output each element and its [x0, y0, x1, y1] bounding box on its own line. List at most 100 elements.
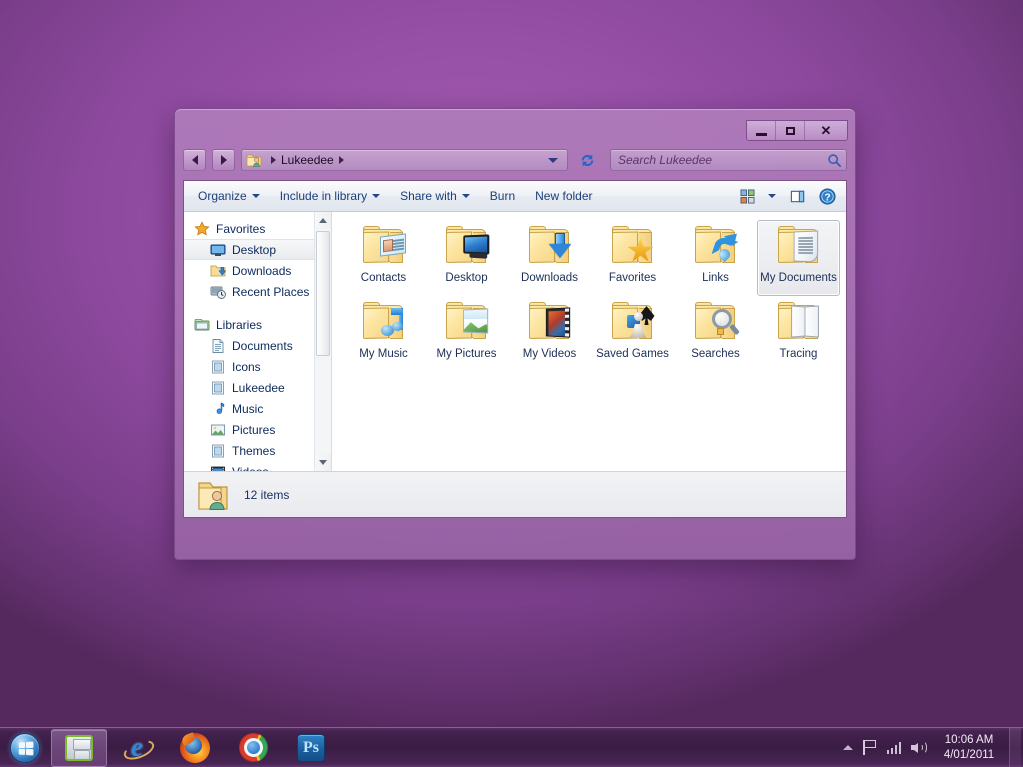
star-icon — [194, 221, 210, 237]
file-item-downloads[interactable]: Downloads — [508, 220, 591, 296]
chrome-icon — [239, 733, 268, 762]
toolbar-organize[interactable]: Organize — [188, 184, 270, 208]
show-hidden-icons-button[interactable] — [838, 728, 858, 767]
sidebar-item-recent-places[interactable]: Recent Places — [184, 281, 331, 302]
window-title-bar[interactable]: ✕ — [183, 117, 847, 147]
nav-group-libraries-label: Libraries — [216, 318, 262, 332]
user-folder-icon — [196, 478, 230, 512]
maximize-button[interactable] — [776, 121, 805, 140]
tracing-folder-icon — [775, 301, 823, 343]
sidebar-item-music-label: Music — [232, 402, 263, 416]
file-item-saved-games[interactable]: Saved Games — [591, 296, 674, 372]
photoshop-icon: Ps — [297, 734, 325, 762]
recent-places-icon — [210, 284, 226, 300]
sidebar-item-lukeedee[interactable]: Lukeedee — [184, 377, 331, 398]
system-tray: 10:06 AM 4/01/2011 — [838, 728, 1023, 767]
toolbar-include-in-library[interactable]: Include in library — [270, 184, 390, 208]
links-folder-icon — [692, 225, 740, 267]
desktop[interactable]: ✕ Lukeedee — [0, 0, 1023, 727]
file-item-tracing[interactable]: Tracing — [757, 296, 840, 372]
search-input[interactable] — [618, 153, 827, 167]
music-library-icon — [210, 401, 226, 417]
file-item-links[interactable]: Links — [674, 220, 757, 296]
file-item-label: Saved Games — [596, 347, 669, 361]
file-item-my-music[interactable]: My Music — [342, 296, 425, 372]
show-desktop-button[interactable] — [1009, 728, 1021, 767]
change-view-button[interactable] — [734, 184, 760, 208]
chevron-down-icon[interactable] — [548, 158, 558, 163]
file-item-desktop[interactable]: Desktop — [425, 220, 508, 296]
scroll-up-button[interactable] — [315, 212, 331, 229]
help-icon: ? — [819, 188, 836, 205]
search-box[interactable] — [610, 149, 847, 171]
minimize-button[interactable] — [747, 121, 776, 140]
nav-group-favorites[interactable]: Favorites — [184, 218, 331, 239]
sidebar-item-videos-label: Videos — [232, 465, 268, 472]
sidebar-item-documents[interactable]: Documents — [184, 335, 331, 356]
file-item-my-documents[interactable]: My Documents — [757, 220, 840, 296]
sidebar-item-desktop-label: Desktop — [232, 243, 276, 257]
address-bar[interactable]: Lukeedee — [241, 149, 568, 171]
navigation-pane[interactable]: Favorites Desktop — [184, 212, 332, 471]
navigation-pane-scrollbar[interactable] — [314, 212, 331, 471]
view-options-button[interactable] — [764, 184, 780, 208]
chevron-down-icon — [768, 194, 776, 198]
chevron-up-icon — [319, 218, 327, 223]
toolbar-share-with-label: Share with — [400, 189, 457, 203]
file-item-contacts[interactable]: Contacts — [342, 220, 425, 296]
breadcrumb-lukeedee[interactable]: Lukeedee — [281, 153, 334, 167]
sidebar-item-lukeedee-label: Lukeedee — [232, 381, 285, 395]
file-item-favorites[interactable]: Favorites — [591, 220, 674, 296]
search-icon[interactable] — [827, 153, 842, 168]
taskbar-mozilla-firefox[interactable] — [167, 729, 223, 767]
file-item-label: My Music — [359, 347, 408, 361]
taskbar-adobe-photoshop[interactable]: Ps — [283, 729, 339, 767]
toolbar-new-folder-label: New folder — [535, 189, 592, 203]
taskbar-internet-explorer[interactable]: e — [109, 729, 165, 767]
taskbar: e Ps 10:06 AM 4/01/20 — [0, 727, 1023, 767]
sidebar-item-icons[interactable]: Icons — [184, 356, 331, 377]
chevron-down-icon — [319, 460, 327, 465]
file-item-label: Favorites — [609, 271, 656, 285]
start-button[interactable] — [0, 728, 50, 767]
forward-button[interactable] — [212, 149, 235, 171]
contacts-folder-icon — [360, 225, 408, 267]
pictures-library-icon — [210, 422, 226, 438]
scrollbar-thumb[interactable] — [316, 231, 330, 356]
sidebar-item-desktop[interactable]: Desktop — [184, 239, 318, 260]
toolbar-new-folder[interactable]: New folder — [525, 184, 602, 208]
toolbar-burn[interactable]: Burn — [480, 184, 525, 208]
sidebar-item-pictures-label: Pictures — [232, 423, 275, 437]
sidebar-item-recent-places-label: Recent Places — [232, 285, 309, 299]
sidebar-item-downloads[interactable]: Downloads — [184, 260, 331, 281]
pictures-folder-icon — [443, 301, 491, 343]
taskbar-windows-explorer[interactable] — [51, 729, 107, 767]
network-button[interactable] — [882, 728, 907, 767]
volume-button[interactable] — [906, 728, 933, 767]
file-item-my-videos[interactable]: My Videos — [508, 296, 591, 372]
preview-pane-button[interactable] — [784, 184, 810, 208]
back-button[interactable] — [183, 149, 206, 171]
file-list[interactable]: Contacts Desktop — [332, 212, 846, 471]
help-button[interactable]: ? — [814, 184, 840, 208]
nav-group-libraries[interactable]: Libraries — [184, 314, 331, 335]
file-item-label: Searches — [691, 347, 740, 361]
change-view-icon — [740, 189, 755, 204]
sidebar-item-videos[interactable]: Videos — [184, 461, 331, 471]
clock[interactable]: 10:06 AM 4/01/2011 — [933, 733, 1005, 763]
action-center-button[interactable] — [858, 728, 882, 767]
toolbar-include-in-library-label: Include in library — [280, 189, 367, 203]
taskbar-google-chrome[interactable] — [225, 729, 281, 767]
file-item-my-pictures[interactable]: My Pictures — [425, 296, 508, 372]
refresh-button[interactable] — [576, 150, 598, 170]
scroll-down-button[interactable] — [315, 454, 331, 471]
chevron-down-icon — [462, 194, 470, 198]
sidebar-item-themes[interactable]: Themes — [184, 440, 331, 461]
close-button[interactable]: ✕ — [805, 121, 847, 140]
breadcrumb-separator-2[interactable] — [339, 156, 344, 164]
sidebar-item-music[interactable]: Music — [184, 398, 331, 419]
toolbar-share-with[interactable]: Share with — [390, 184, 480, 208]
chevron-up-icon — [843, 745, 853, 750]
file-item-searches[interactable]: Searches — [674, 296, 757, 372]
sidebar-item-pictures[interactable]: Pictures — [184, 419, 331, 440]
